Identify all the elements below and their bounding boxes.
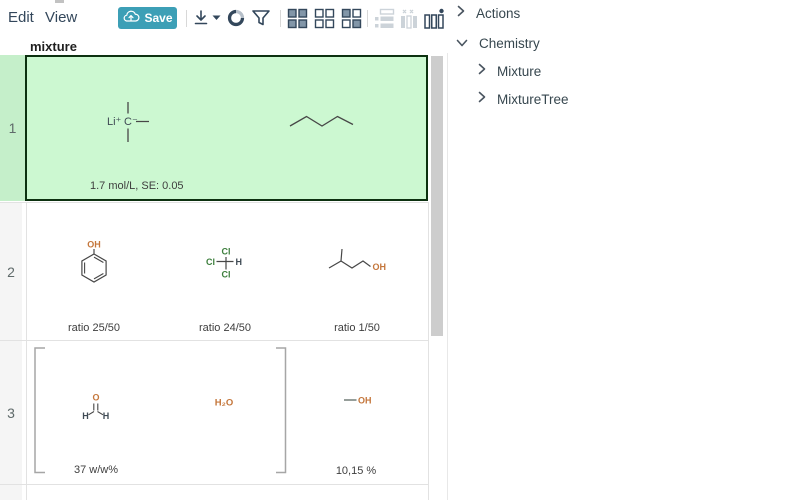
chevron-right-icon[interactable] (478, 90, 486, 108)
atom-label-oh: OH (373, 262, 387, 272)
group-bracket-left (35, 348, 45, 473)
atom-label-o: O (92, 393, 99, 403)
component-caption: ratio 1/50 (312, 322, 402, 334)
atom-label-cl-top: Cl (222, 247, 231, 257)
download-icon[interactable] (192, 9, 210, 27)
row-header-4[interactable] (0, 485, 22, 500)
grid-outline-icon[interactable] (314, 8, 335, 29)
atom-label-cl-bottom: Cl (222, 270, 231, 280)
structure-chloroform: Cl Cl H Cl (206, 247, 242, 280)
toolbar-separator (186, 10, 187, 27)
refresh-icon[interactable] (226, 8, 246, 28)
tree-item-label: Actions (476, 6, 520, 21)
toolbar-separator (280, 10, 281, 27)
tree-item-chemistry[interactable]: Chemistry (456, 34, 540, 52)
atom-label-cl-left: Cl (206, 257, 215, 267)
column-header-mixture[interactable]: mixture (30, 39, 77, 54)
atom-label-carbanion: C⁻ (124, 116, 138, 128)
tree-item-label: Chemistry (479, 36, 540, 51)
menu-edit[interactable]: Edit (8, 9, 34, 26)
formula-water: H₂O (215, 398, 233, 409)
tree-item-mixturetree[interactable]: MixtureTree (478, 90, 569, 108)
structure-phenol: OH (82, 240, 106, 283)
chevron-right-icon[interactable] (457, 4, 465, 22)
toolbar-separator (367, 10, 368, 27)
chevron-down-icon[interactable] (456, 34, 468, 52)
tree-item-actions[interactable]: Actions (457, 4, 520, 22)
component-caption: ratio 24/50 (180, 322, 270, 334)
atom-label-h: H (236, 257, 243, 267)
component-caption: ratio 25/50 (49, 322, 139, 334)
atom-label-oh: OH (358, 396, 372, 406)
tree-item-label: Mixture (497, 64, 541, 79)
structure-isoamyl-alcohol: OH (329, 249, 386, 272)
app-window: Edit View Save (0, 0, 800, 500)
vertical-scrollbar (430, 55, 444, 500)
filter-icon[interactable] (251, 8, 271, 28)
structure-formaldehyde: O H H (82, 393, 109, 422)
component-caption: 10,15 % (311, 465, 401, 477)
structure-methanol: OH (344, 396, 372, 406)
structure-tert-butyllithium-and-pentane: Li⁺ C⁻ (27, 57, 426, 199)
mixture-cell-row1-selected[interactable]: Li⁺ C⁻ 1.7 mol/L, SE: 0.05 (25, 55, 428, 201)
component-caption: 1.7 mol/L, SE: 0.05 (90, 180, 184, 192)
hide-columns-icon (398, 8, 420, 29)
structures-row3: O H H H₂O OH (27, 341, 428, 484)
atom-label-lithium: Li⁺ (107, 116, 122, 128)
menu-view[interactable]: View (45, 9, 77, 26)
row-header-2[interactable]: 2 (0, 203, 22, 340)
top-scroll-notch (55, 0, 64, 3)
structure-pentane (290, 117, 353, 127)
atom-label-h-left: H (82, 411, 89, 421)
list-view-icon (374, 8, 395, 29)
mixture-cell-row2[interactable]: OH Cl Cl H Cl OH ratio 25/50 ratio 24/50… (27, 203, 428, 340)
gridline (428, 202, 429, 500)
chevron-right-icon[interactable] (478, 62, 486, 80)
atom-label-oh: OH (87, 240, 101, 250)
mixture-cell-row3[interactable]: O H H H₂O OH 37 w/w% 10,15 % (27, 341, 428, 484)
save-button-label: Save (144, 11, 172, 25)
tree-item-label: MixtureTree (497, 92, 569, 107)
row-header-1[interactable]: 1 (0, 55, 25, 201)
atom-label-h-right: H (103, 411, 110, 421)
add-column-icon[interactable] (423, 8, 445, 29)
grid-filled-icon[interactable] (287, 8, 308, 29)
grid-mixed-icon[interactable] (341, 8, 362, 29)
row-number: 1 (9, 120, 17, 136)
tree-item-mixture[interactable]: Mixture (478, 62, 541, 80)
gridline (0, 484, 429, 485)
panel-divider (447, 53, 448, 500)
caret-down-icon[interactable] (212, 15, 221, 21)
scrollbar-thumb[interactable] (431, 56, 443, 336)
row-header-3[interactable]: 3 (0, 341, 22, 484)
row-number: 3 (7, 405, 15, 421)
group-bracket-right (276, 348, 286, 473)
save-button[interactable]: Save (118, 7, 177, 29)
row-number: 2 (7, 264, 15, 280)
cloud-upload-icon (122, 10, 140, 26)
structures-row2: OH Cl Cl H Cl OH (27, 203, 428, 340)
component-caption: 37 w/w% (51, 464, 141, 476)
